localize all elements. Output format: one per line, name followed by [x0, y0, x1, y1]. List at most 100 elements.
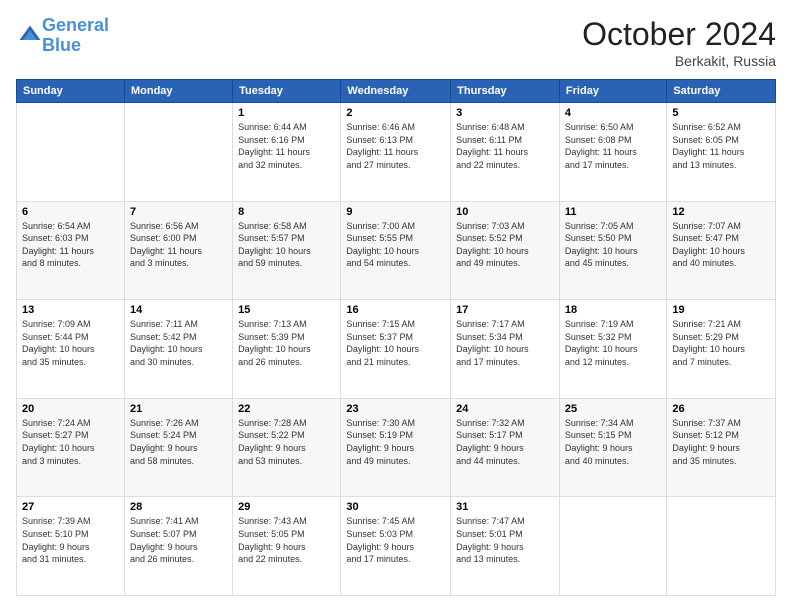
- day-info: Sunrise: 7:26 AM Sunset: 5:24 PM Dayligh…: [130, 417, 227, 467]
- calendar-cell: 16Sunrise: 7:15 AM Sunset: 5:37 PM Dayli…: [341, 300, 451, 399]
- calendar-week-3: 20 Sunrise: 7:24 AM Sunset: 5:27 PM Dayli…: [17, 398, 776, 497]
- header: General Blue October 2024 Berkakit, Russ…: [16, 16, 776, 69]
- day-number: 12: [672, 206, 770, 218]
- calendar-cell: 5Sunrise: 6:52 AM Sunset: 6:05 PM Daylig…: [667, 103, 776, 202]
- day-info: Sunrise: 7:07 AM Sunset: 5:47 PM Dayligh…: [672, 220, 770, 270]
- day-info: Sunrise: 7:32 AM Sunset: 5:17 PM Dayligh…: [456, 417, 554, 467]
- calendar-cell: 20 Sunrise: 7:24 AM Sunset: 5:27 PM Dayli…: [17, 398, 125, 497]
- day-number: 17: [456, 304, 554, 316]
- calendar-cell: 9Sunrise: 7:00 AM Sunset: 5:55 PM Daylig…: [341, 201, 451, 300]
- day-info: Sunrise: 6:50 AM Sunset: 6:08 PM Dayligh…: [565, 121, 661, 171]
- day-number: 22: [238, 403, 335, 415]
- logo-general: General: [42, 15, 109, 35]
- day-number: 16: [346, 304, 445, 316]
- day-number: 11: [565, 206, 661, 218]
- day-number: 28: [130, 501, 227, 513]
- day-number: 13: [22, 304, 119, 316]
- day-info: Sunrise: 6:56 AM Sunset: 6:00 PM Dayligh…: [130, 220, 227, 270]
- day-info: Sunrise: 6:48 AM Sunset: 6:11 PM Dayligh…: [456, 121, 554, 171]
- calendar-cell: 19 Sunrise: 7:21 AM Sunset: 5:29 PM Dayli…: [667, 300, 776, 399]
- day-number: 23: [346, 403, 445, 415]
- day-info: Sunrise: 6:46 AM Sunset: 6:13 PM Dayligh…: [346, 121, 445, 171]
- calendar-cell: 8Sunrise: 6:58 AM Sunset: 5:57 PM Daylig…: [233, 201, 341, 300]
- calendar-cell: 3 Sunrise: 6:48 AM Sunset: 6:11 PM Daylig…: [451, 103, 560, 202]
- col-saturday: Saturday: [667, 80, 776, 103]
- day-info: Sunrise: 7:13 AM Sunset: 5:39 PM Dayligh…: [238, 318, 335, 368]
- calendar-cell: 14 Sunrise: 7:11 AM Sunset: 5:42 PM Dayli…: [124, 300, 232, 399]
- title-block: October 2024 Berkakit, Russia: [582, 16, 776, 69]
- calendar-cell: 10Sunrise: 7:03 AM Sunset: 5:52 PM Dayli…: [451, 201, 560, 300]
- calendar-table: Sunday Monday Tuesday Wednesday Thursday…: [16, 79, 776, 596]
- logo-text: General Blue: [42, 16, 109, 56]
- day-number: 20: [22, 403, 119, 415]
- calendar-cell: [124, 103, 232, 202]
- day-info: Sunrise: 6:54 AM Sunset: 6:03 PM Dayligh…: [22, 220, 119, 270]
- day-number: 7: [130, 206, 227, 218]
- day-number: 1: [238, 107, 335, 119]
- day-number: 26: [672, 403, 770, 415]
- calendar-week-2: 13 Sunrise: 7:09 AM Sunset: 5:44 PM Dayli…: [17, 300, 776, 399]
- day-number: 3: [456, 107, 554, 119]
- calendar-cell: 17 Sunrise: 7:17 AM Sunset: 5:34 PM Dayli…: [451, 300, 560, 399]
- day-info: Sunrise: 6:58 AM Sunset: 5:57 PM Dayligh…: [238, 220, 335, 270]
- calendar-cell: 13 Sunrise: 7:09 AM Sunset: 5:44 PM Dayli…: [17, 300, 125, 399]
- col-tuesday: Tuesday: [233, 80, 341, 103]
- calendar-cell: 23 Sunrise: 7:30 AM Sunset: 5:19 PM Dayli…: [341, 398, 451, 497]
- col-friday: Friday: [559, 80, 666, 103]
- calendar-cell: 25Sunrise: 7:34 AM Sunset: 5:15 PM Dayli…: [559, 398, 666, 497]
- location: Berkakit, Russia: [582, 53, 776, 69]
- calendar-week-0: 1 Sunrise: 6:44 AM Sunset: 6:16 PM Daylig…: [17, 103, 776, 202]
- day-number: 5: [672, 107, 770, 119]
- col-wednesday: Wednesday: [341, 80, 451, 103]
- logo-icon: [18, 24, 42, 48]
- day-number: 24: [456, 403, 554, 415]
- day-number: 19: [672, 304, 770, 316]
- day-number: 30: [346, 501, 445, 513]
- calendar-week-4: 27 Sunrise: 7:39 AM Sunset: 5:10 PM Dayli…: [17, 497, 776, 596]
- day-info: Sunrise: 7:09 AM Sunset: 5:44 PM Dayligh…: [22, 318, 119, 368]
- calendar-cell: 18Sunrise: 7:19 AM Sunset: 5:32 PM Dayli…: [559, 300, 666, 399]
- day-info: Sunrise: 7:05 AM Sunset: 5:50 PM Dayligh…: [565, 220, 661, 270]
- day-number: 29: [238, 501, 335, 513]
- calendar-cell: 31 Sunrise: 7:47 AM Sunset: 5:01 PM Dayli…: [451, 497, 560, 596]
- calendar-cell: 24 Sunrise: 7:32 AM Sunset: 5:17 PM Dayli…: [451, 398, 560, 497]
- calendar-cell: 21 Sunrise: 7:26 AM Sunset: 5:24 PM Dayli…: [124, 398, 232, 497]
- calendar-cell: 11 Sunrise: 7:05 AM Sunset: 5:50 PM Dayli…: [559, 201, 666, 300]
- day-number: 27: [22, 501, 119, 513]
- day-number: 14: [130, 304, 227, 316]
- day-info: Sunrise: 7:39 AM Sunset: 5:10 PM Dayligh…: [22, 515, 119, 565]
- day-info: Sunrise: 7:28 AM Sunset: 5:22 PM Dayligh…: [238, 417, 335, 467]
- day-number: 31: [456, 501, 554, 513]
- day-info: Sunrise: 6:44 AM Sunset: 6:16 PM Dayligh…: [238, 121, 335, 171]
- page: General Blue October 2024 Berkakit, Russ…: [0, 0, 792, 612]
- col-thursday: Thursday: [451, 80, 560, 103]
- calendar-header-row: Sunday Monday Tuesday Wednesday Thursday…: [17, 80, 776, 103]
- day-info: Sunrise: 7:45 AM Sunset: 5:03 PM Dayligh…: [346, 515, 445, 565]
- day-info: Sunrise: 7:11 AM Sunset: 5:42 PM Dayligh…: [130, 318, 227, 368]
- calendar-cell: 15 Sunrise: 7:13 AM Sunset: 5:39 PM Dayli…: [233, 300, 341, 399]
- day-info: Sunrise: 7:37 AM Sunset: 5:12 PM Dayligh…: [672, 417, 770, 467]
- calendar-cell: 30 Sunrise: 7:45 AM Sunset: 5:03 PM Dayli…: [341, 497, 451, 596]
- day-number: 6: [22, 206, 119, 218]
- day-number: 15: [238, 304, 335, 316]
- day-info: Sunrise: 7:24 AM Sunset: 5:27 PM Dayligh…: [22, 417, 119, 467]
- calendar-cell: 6 Sunrise: 6:54 AM Sunset: 6:03 PM Daylig…: [17, 201, 125, 300]
- day-info: Sunrise: 7:47 AM Sunset: 5:01 PM Dayligh…: [456, 515, 554, 565]
- day-number: 2: [346, 107, 445, 119]
- day-info: Sunrise: 7:21 AM Sunset: 5:29 PM Dayligh…: [672, 318, 770, 368]
- calendar-cell: 22 Sunrise: 7:28 AM Sunset: 5:22 PM Dayli…: [233, 398, 341, 497]
- calendar-cell: [559, 497, 666, 596]
- day-info: Sunrise: 7:17 AM Sunset: 5:34 PM Dayligh…: [456, 318, 554, 368]
- day-info: Sunrise: 7:30 AM Sunset: 5:19 PM Dayligh…: [346, 417, 445, 467]
- month-title: October 2024: [582, 16, 776, 53]
- calendar-cell: 4Sunrise: 6:50 AM Sunset: 6:08 PM Daylig…: [559, 103, 666, 202]
- day-info: Sunrise: 7:03 AM Sunset: 5:52 PM Dayligh…: [456, 220, 554, 270]
- calendar-week-1: 6 Sunrise: 6:54 AM Sunset: 6:03 PM Daylig…: [17, 201, 776, 300]
- day-info: Sunrise: 7:19 AM Sunset: 5:32 PM Dayligh…: [565, 318, 661, 368]
- day-number: 21: [130, 403, 227, 415]
- day-number: 25: [565, 403, 661, 415]
- day-info: Sunrise: 7:41 AM Sunset: 5:07 PM Dayligh…: [130, 515, 227, 565]
- calendar-cell: 26 Sunrise: 7:37 AM Sunset: 5:12 PM Dayli…: [667, 398, 776, 497]
- logo: General Blue: [16, 16, 109, 56]
- calendar-cell: 29Sunrise: 7:43 AM Sunset: 5:05 PM Dayli…: [233, 497, 341, 596]
